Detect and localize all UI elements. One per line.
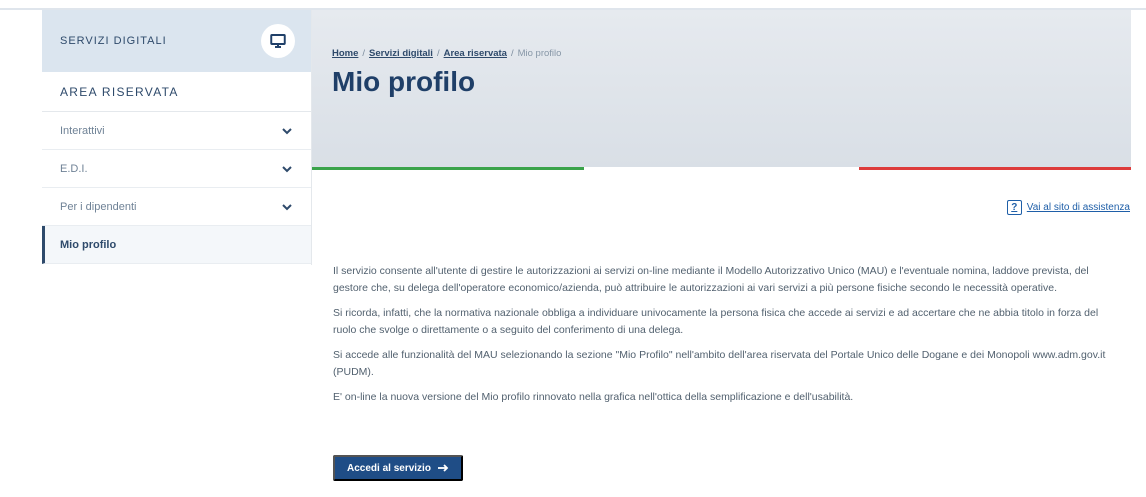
assistance-link[interactable]: ? Vai al sito di assistenza [1006,200,1130,215]
chevron-down-icon [282,203,292,210]
sidebar-item-label: Mio profilo [60,238,117,251]
arrow-right-icon [437,464,449,472]
chevron-down-icon [282,165,292,172]
sidebar-item-label: Interattivi [60,124,105,137]
breadcrumb-home[interactable]: Home [332,48,358,59]
assistance-link-label: Vai al sito di assistenza [1026,202,1130,213]
access-service-label: Accedi al servizio [347,462,431,474]
content-paragraph: Si ricorda, infatti, che la normativa na… [333,307,1099,336]
chevron-down-icon [282,127,292,134]
main-content: Il servizio consente all'utente di gesti… [333,263,1113,414]
page-title: Mio profilo [332,66,476,97]
page-hero: Home / Servizi digitali / Area riservata… [312,10,1131,170]
sidebar-header[interactable]: SERVIZI DIGITALI [42,10,311,72]
flag-stripe-red [859,167,1131,170]
breadcrumb-current: Mio profilo [517,48,562,59]
content-paragraph: Si accede alle funzionalità del MAU sele… [333,349,1106,378]
breadcrumb-separator: / [436,48,440,59]
breadcrumb-area-riservata[interactable]: Area riservata [444,48,507,59]
breadcrumb-separator: / [362,48,366,59]
sidebar-item-per-i-dipendenti[interactable]: Per i dipendenti [42,188,311,226]
content-paragraph: E' on-line la nuova versione del Mio pro… [333,391,854,403]
sidebar-item-mio-profilo[interactable]: Mio profilo [42,226,311,264]
sidebar-item-label: Per i dipendenti [60,200,137,213]
help-icon: ? [1006,200,1022,215]
flag-stripe-green [312,167,584,170]
sidebar-area-title: AREA RISERVATA [42,72,311,112]
sidebar-item-label: E.D.I. [60,162,88,175]
sidebar-header-title: SERVIZI DIGITALI [60,35,167,47]
breadcrumb: Home / Servizi digitali / Area riservata… [332,48,561,59]
sidebar-item-interattivi[interactable]: Interattivi [42,112,311,150]
access-service-button[interactable]: Accedi al servizio [333,455,463,481]
breadcrumb-separator: / [510,48,514,59]
monitor-icon [261,24,295,58]
breadcrumb-servizi-digitali[interactable]: Servizi digitali [369,48,433,59]
sidebar-item-edi[interactable]: E.D.I. [42,150,311,188]
sidebar-nav: SERVIZI DIGITALI AREA RISERVATA Interatt… [42,10,312,265]
content-paragraph: Il servizio consente all'utente di gesti… [333,265,1089,294]
